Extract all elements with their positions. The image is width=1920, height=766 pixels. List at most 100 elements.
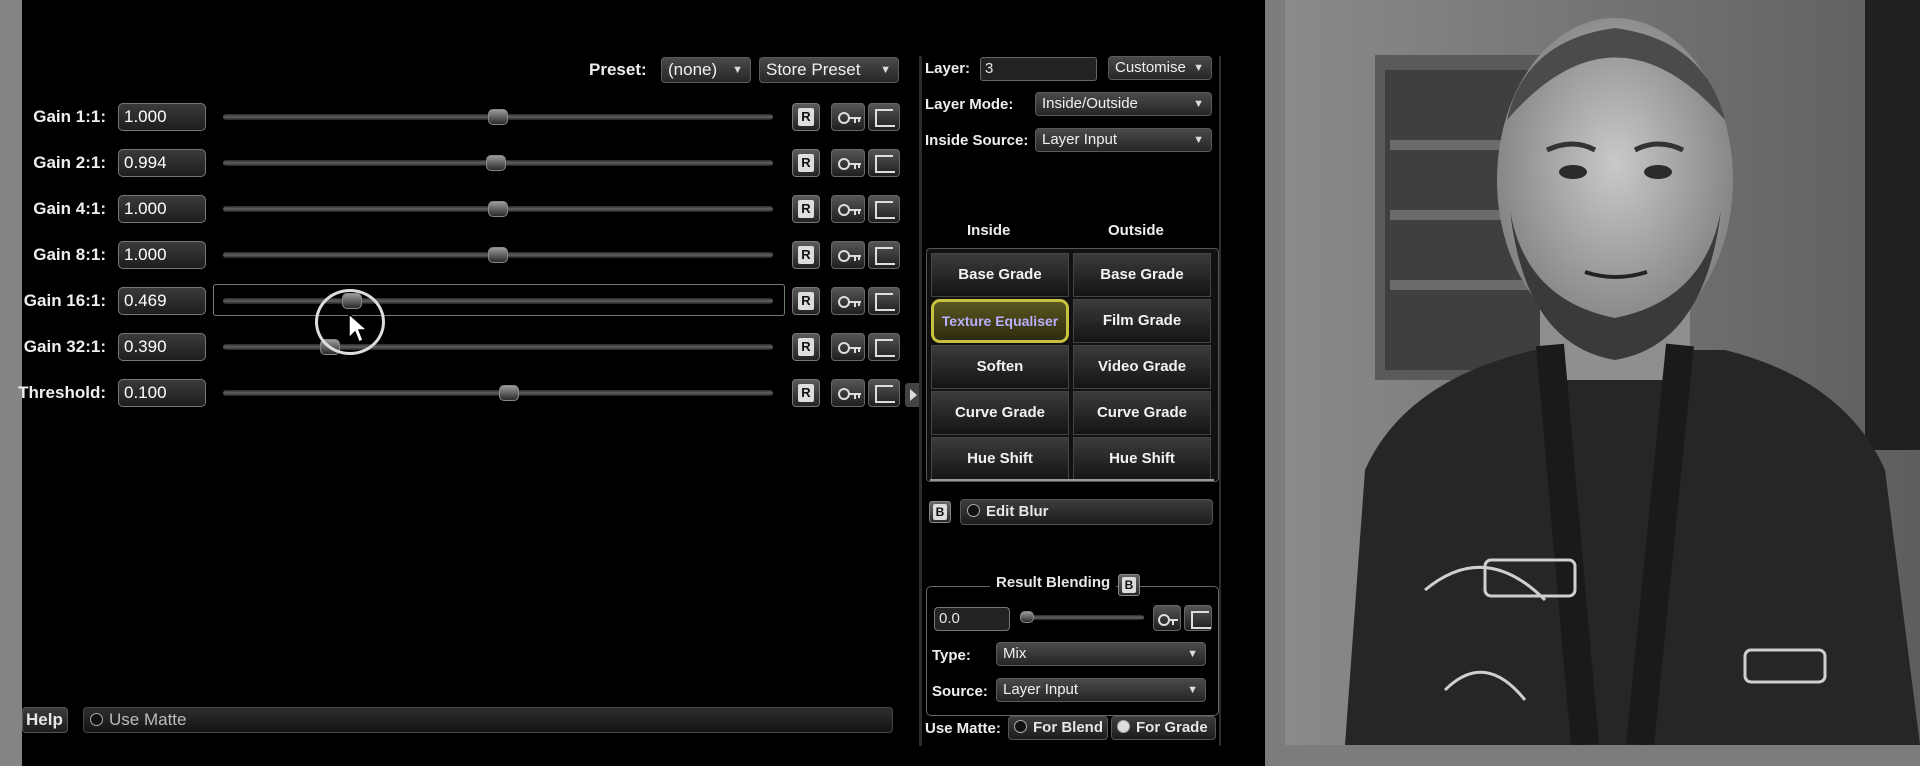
- inside-source-dropdown[interactable]: Layer Input ▼: [1035, 128, 1212, 152]
- gain-slider[interactable]: [223, 109, 773, 125]
- grade-outside-curve-grade[interactable]: Curve Grade: [1073, 391, 1211, 435]
- customise-label: Customise: [1115, 59, 1186, 76]
- keyframe-button[interactable]: [831, 149, 865, 177]
- edit-blur-label: Edit Blur: [986, 503, 1049, 520]
- gain-value-field[interactable]: 1.000: [118, 241, 206, 269]
- gain-slider-thumb[interactable]: [486, 155, 507, 171]
- gain-slider[interactable]: [223, 385, 773, 401]
- blend-source-value: Layer Input: [1003, 681, 1079, 698]
- graph-icon: [875, 339, 895, 357]
- gain-value-field[interactable]: 0.100: [118, 379, 206, 407]
- gain-slider-thumb[interactable]: [499, 385, 519, 401]
- radio-indicator-icon: [90, 713, 103, 726]
- layer-mode-dropdown[interactable]: Inside/Outside ▼: [1035, 92, 1212, 116]
- keyframe-button[interactable]: [831, 103, 865, 131]
- reset-label: R: [798, 200, 814, 218]
- use-matte-text: Use Matte: [109, 710, 187, 729]
- graph-icon: [875, 293, 895, 311]
- gain-value-field[interactable]: 0.994: [118, 149, 206, 177]
- blend-amount-field[interactable]: 0.0: [934, 607, 1010, 631]
- graph-icon-line: [877, 339, 893, 341]
- keyframe-button[interactable]: [831, 379, 865, 407]
- blend-slider-thumb[interactable]: [1020, 611, 1034, 623]
- store-preset-label: Store Preset: [766, 60, 861, 79]
- blend-type-dropdown[interactable]: Mix ▼: [996, 642, 1206, 666]
- grade-outside-film-grade[interactable]: Film Grade: [1073, 299, 1211, 343]
- edit-blur-toggle[interactable]: Edit Blur: [960, 499, 1213, 525]
- reset-button[interactable]: R: [792, 103, 820, 131]
- layer-label: Layer:: [925, 60, 971, 77]
- edit-blur-b-button[interactable]: B: [929, 501, 951, 523]
- customise-dropdown[interactable]: Customise ▼: [1108, 56, 1212, 80]
- key-icon: [858, 393, 860, 398]
- key-icon: [858, 301, 860, 306]
- selected-row-outline: [213, 284, 785, 316]
- curve-graph-button[interactable]: [868, 149, 900, 177]
- for-blend-toggle[interactable]: For Blend: [1008, 716, 1108, 740]
- result-blending-b-button[interactable]: B: [1118, 574, 1140, 596]
- blend-graph-button[interactable]: [1184, 605, 1212, 631]
- curve-graph-button[interactable]: [868, 195, 900, 223]
- reset-label: R: [798, 292, 814, 310]
- for-grade-toggle[interactable]: For Grade: [1111, 716, 1216, 740]
- graph-icon: [875, 385, 895, 403]
- type-label: Type:: [932, 647, 971, 664]
- curve-graph-button[interactable]: [868, 241, 900, 269]
- gain-slider-thumb[interactable]: [488, 109, 508, 125]
- grade-inside-soften[interactable]: Soften: [931, 345, 1069, 389]
- reset-label: R: [798, 154, 814, 172]
- curve-graph-button[interactable]: [868, 379, 900, 407]
- key-icon: [854, 209, 856, 215]
- grade-outside-hue-shift[interactable]: Hue Shift: [1073, 437, 1211, 481]
- gain-slider-thumb[interactable]: [488, 201, 508, 217]
- gain-value-field[interactable]: 0.469: [118, 287, 206, 315]
- curve-graph-button[interactable]: [868, 333, 900, 361]
- layer-mode-value: Inside/Outside: [1042, 95, 1138, 112]
- result-blending-title: Result Blending: [990, 574, 1117, 591]
- gain-slider[interactable]: [223, 247, 773, 263]
- gain-slider[interactable]: [223, 201, 773, 217]
- gain-slider[interactable]: [223, 155, 773, 171]
- keyframe-button[interactable]: [831, 333, 865, 361]
- reset-label: R: [798, 246, 814, 264]
- keyframe-button[interactable]: [831, 241, 865, 269]
- gain-value-field[interactable]: 1.000: [118, 195, 206, 223]
- reset-button[interactable]: R: [792, 333, 820, 361]
- graph-icon-line: [877, 109, 893, 111]
- keyframe-button[interactable]: [831, 195, 865, 223]
- gain-row-label: Gain 16:1:: [23, 291, 106, 310]
- grade-inside-texture-equaliser[interactable]: Texture Equaliser: [931, 299, 1069, 343]
- gain-row-label: Gain 32:1:: [23, 337, 106, 356]
- use-matte-toggle[interactable]: Use Matte: [83, 707, 893, 733]
- reset-button[interactable]: R: [792, 379, 820, 407]
- reset-button[interactable]: R: [792, 195, 820, 223]
- gain-slider-thumb[interactable]: [488, 247, 508, 263]
- grade-outside-video-grade[interactable]: Video Grade: [1073, 345, 1211, 389]
- curve-graph-button[interactable]: [868, 103, 900, 131]
- reset-button[interactable]: R: [792, 287, 820, 315]
- reset-label: R: [798, 338, 814, 356]
- grade-inside-base-grade[interactable]: Base Grade: [931, 253, 1069, 297]
- keyframe-button[interactable]: [831, 287, 865, 315]
- help-button[interactable]: Help: [22, 707, 68, 733]
- gain-value-field[interactable]: 0.390: [118, 333, 206, 361]
- graph-icon-line: [877, 293, 893, 295]
- blend-amount-slider[interactable]: [1020, 611, 1144, 623]
- gain-value-field[interactable]: 1.000: [118, 103, 206, 131]
- reset-button[interactable]: R: [792, 149, 820, 177]
- grade-outside-base-grade[interactable]: Base Grade: [1073, 253, 1211, 297]
- grade-inside-hue-shift[interactable]: Hue Shift: [931, 437, 1069, 481]
- grade-inside-curve-grade[interactable]: Curve Grade: [931, 391, 1069, 435]
- reset-button[interactable]: R: [792, 241, 820, 269]
- inside-header: Inside: [967, 222, 1011, 239]
- blend-key-button[interactable]: [1153, 605, 1181, 631]
- key-icon: [858, 117, 860, 122]
- key-icon: [854, 347, 856, 353]
- gain-slider[interactable]: [223, 339, 773, 355]
- layer-number-field[interactable]: 3: [980, 57, 1097, 81]
- preset-dropdown[interactable]: (none) ▼: [661, 57, 751, 83]
- mouse-pointer-icon: [348, 312, 369, 344]
- blend-source-dropdown[interactable]: Layer Input ▼: [996, 678, 1206, 702]
- curve-graph-button[interactable]: [868, 287, 900, 315]
- store-preset-button[interactable]: Store Preset ▼: [759, 57, 899, 83]
